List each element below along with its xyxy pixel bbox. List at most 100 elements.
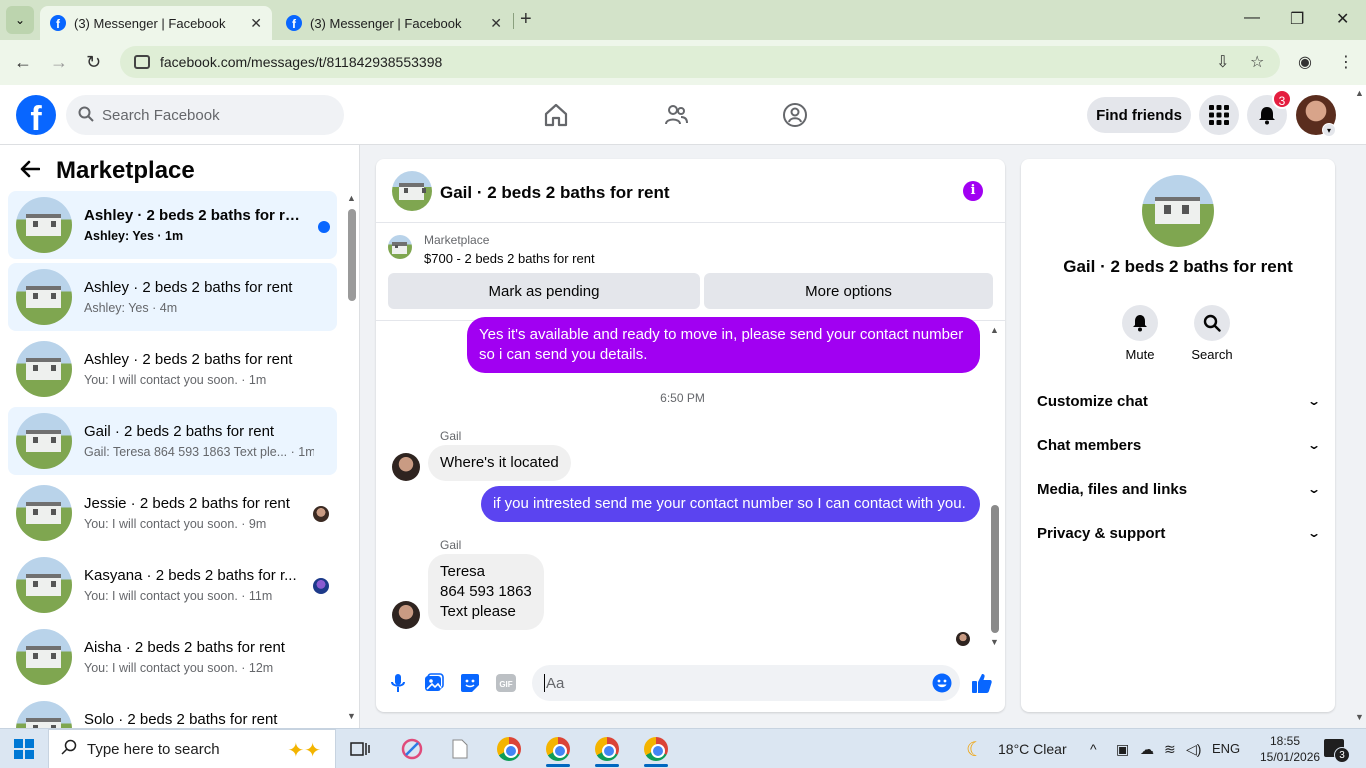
conversation-item[interactable]: Ashley · 2 beds 2 baths for rent Ashley:… (8, 263, 337, 331)
like-thumb-icon[interactable] (970, 671, 994, 695)
browser-tab-active[interactable]: f (3) Messenger | Facebook ✕ (40, 6, 272, 40)
snipping-tool-icon[interactable] (398, 735, 426, 763)
more-options-button[interactable]: More options (704, 273, 993, 309)
chat-panel: Gail · 2 beds 2 baths for rent i Marketp… (376, 159, 1005, 712)
conversation-preview: You: I will contact you soon. · 11m (84, 589, 273, 603)
customize-chat-section[interactable]: Customize chat ⌄ (1037, 385, 1322, 417)
chrome-icon[interactable] (642, 735, 670, 767)
mark-as-pending-button[interactable]: Mark as pending (388, 273, 700, 309)
site-info-icon[interactable] (134, 55, 150, 69)
page-scrollbar[interactable]: ▲ ▼ (1352, 88, 1366, 728)
back-arrow-icon[interactable] (20, 158, 41, 184)
tab-title: (3) Messenger | Facebook (310, 15, 462, 31)
emoji-icon[interactable] (930, 671, 954, 695)
conversation-item[interactable]: Jessie · 2 beds 2 baths for rent You: I … (8, 479, 337, 547)
scrollbar-thumb[interactable] (348, 209, 356, 301)
sender-name: Gail (440, 429, 462, 443)
listing-title[interactable]: $700 - 2 beds 2 baths for rent (424, 251, 595, 266)
listing-thumbnail (16, 557, 72, 613)
home-icon[interactable] (542, 101, 570, 129)
sender-name: Gail (440, 538, 462, 552)
weather-text[interactable]: 18°C Clear (998, 741, 1067, 757)
sender-avatar[interactable] (392, 601, 420, 629)
listing-thumbnail (16, 269, 72, 325)
microphone-icon[interactable] (386, 671, 410, 695)
search-in-chat-button[interactable]: Search (1182, 305, 1242, 362)
chat-title[interactable]: Gail · 2 beds 2 baths for rent (440, 183, 670, 203)
taskbar-search-input[interactable]: Type here to search ✦✦ (48, 729, 336, 768)
close-icon[interactable]: ✕ (250, 15, 262, 32)
conversation-title: Ashley · 2 beds 2 baths for rent (84, 279, 293, 296)
chevron-up-icon[interactable]: ^ (1090, 741, 1097, 757)
account-chevron-icon[interactable]: ▾ (1322, 123, 1336, 137)
profile-icon[interactable]: ◉ (1298, 52, 1312, 72)
conversation-item-selected[interactable]: Gail · 2 beds 2 baths for rent Gail: Ter… (8, 407, 337, 475)
wifi-icon[interactable]: ≋ (1164, 741, 1176, 758)
install-app-icon[interactable]: ⇩ (1216, 52, 1229, 72)
device-icon[interactable]: ▣ (1116, 741, 1129, 758)
browser-tab[interactable]: f (3) Messenger | Facebook ✕ (276, 6, 512, 40)
chat-thumbnail[interactable] (392, 171, 432, 211)
window-close-icon[interactable]: ✕ (1336, 9, 1349, 29)
conversation-item[interactable]: Ashley · 2 beds 2 baths for rent You: I … (8, 335, 337, 403)
find-friends-button[interactable]: Find friends (1087, 97, 1191, 133)
browser-menu-icon[interactable]: ⋮ (1338, 52, 1354, 72)
reload-icon[interactable]: ↻ (86, 52, 101, 73)
mute-button[interactable]: Mute (1110, 305, 1170, 362)
new-tab-plus-icon[interactable]: + (520, 8, 532, 31)
photo-icon[interactable] (422, 671, 446, 695)
close-icon[interactable]: ✕ (490, 15, 502, 32)
chrome-icon[interactable] (495, 735, 523, 763)
sidebar-scrollbar[interactable]: ▲ ▼ (347, 193, 356, 721)
facebook-logo-icon[interactable]: f (16, 95, 56, 135)
section-label: Customize chat (1037, 392, 1148, 410)
sender-avatar[interactable] (392, 453, 420, 481)
bookmark-star-icon[interactable]: ☆ (1250, 52, 1264, 72)
conversation-item[interactable]: Kasyana · 2 beds 2 baths for r... You: I… (8, 551, 337, 619)
listing-thumbnail (16, 197, 72, 253)
groups-icon[interactable] (781, 101, 809, 129)
conversation-item[interactable]: Aisha · 2 beds 2 baths for rent You: I w… (8, 623, 337, 691)
chat-members-section[interactable]: Chat members ⌄ (1037, 429, 1321, 461)
windows-start-icon[interactable] (14, 739, 34, 759)
search-label: Search (1191, 347, 1233, 362)
language-indicator[interactable]: ENG (1212, 741, 1240, 756)
chevron-down-icon: ⌄ (1306, 394, 1322, 408)
chrome-icon[interactable] (544, 735, 572, 767)
onedrive-icon[interactable]: ☁ (1140, 741, 1154, 758)
sticker-icon[interactable] (458, 671, 482, 695)
facebook-favicon-icon: f (50, 15, 66, 31)
message-input[interactable]: Aa (532, 665, 960, 701)
mute-label: Mute (1125, 347, 1155, 362)
info-icon[interactable]: i (963, 181, 983, 201)
seen-avatar (313, 506, 329, 522)
clock[interactable]: 18:55 15/01/2026 (1260, 733, 1320, 765)
conversation-title: Ashley · 2 beds 2 baths for rent (84, 351, 293, 368)
friends-icon[interactable] (662, 101, 690, 129)
tab-search-button[interactable]: ⌄ (6, 6, 34, 34)
chevron-down-icon: ⌄ (1306, 526, 1322, 540)
text-caret (544, 674, 545, 692)
task-view-icon[interactable] (346, 735, 374, 763)
marketplace-label: Marketplace (424, 233, 490, 247)
facebook-search-input[interactable]: Search Facebook (66, 95, 344, 135)
gif-icon[interactable]: GIF (494, 671, 518, 695)
chat-scrollbar[interactable]: ▲ ▼ (988, 325, 1002, 655)
conversation-item[interactable]: Solo · 2 beds 2 baths for rent (8, 695, 337, 728)
scrollbar-thumb[interactable] (991, 505, 999, 633)
minimize-icon[interactable]: — (1244, 9, 1260, 27)
conversation-item[interactable]: Ashley · 2 beds 2 baths for rent Ashley:… (8, 191, 337, 259)
file-explorer-icon[interactable] (446, 735, 474, 763)
restore-icon[interactable]: ❐ (1290, 9, 1304, 29)
media-files-links-section[interactable]: Media, files and links ⌄ (1037, 473, 1321, 505)
back-arrow-icon[interactable]: ← (14, 52, 32, 73)
volume-icon[interactable]: ◁) (1186, 741, 1201, 758)
marketplace-conversations-panel: Marketplace Ashley · 2 beds 2 baths for … (0, 145, 360, 728)
section-label: Chat members (1037, 436, 1142, 454)
menu-grid-icon[interactable] (1199, 95, 1239, 135)
chrome-icon[interactable] (593, 735, 621, 767)
address-bar[interactable]: facebook.com/messages/t/811842938553398 (120, 46, 1280, 78)
privacy-support-section[interactable]: Privacy & support ⌄ (1037, 517, 1322, 549)
message-thread: Yes it's available and ready to move in,… (376, 317, 1005, 653)
forward-arrow-icon[interactable]: → (50, 52, 68, 73)
